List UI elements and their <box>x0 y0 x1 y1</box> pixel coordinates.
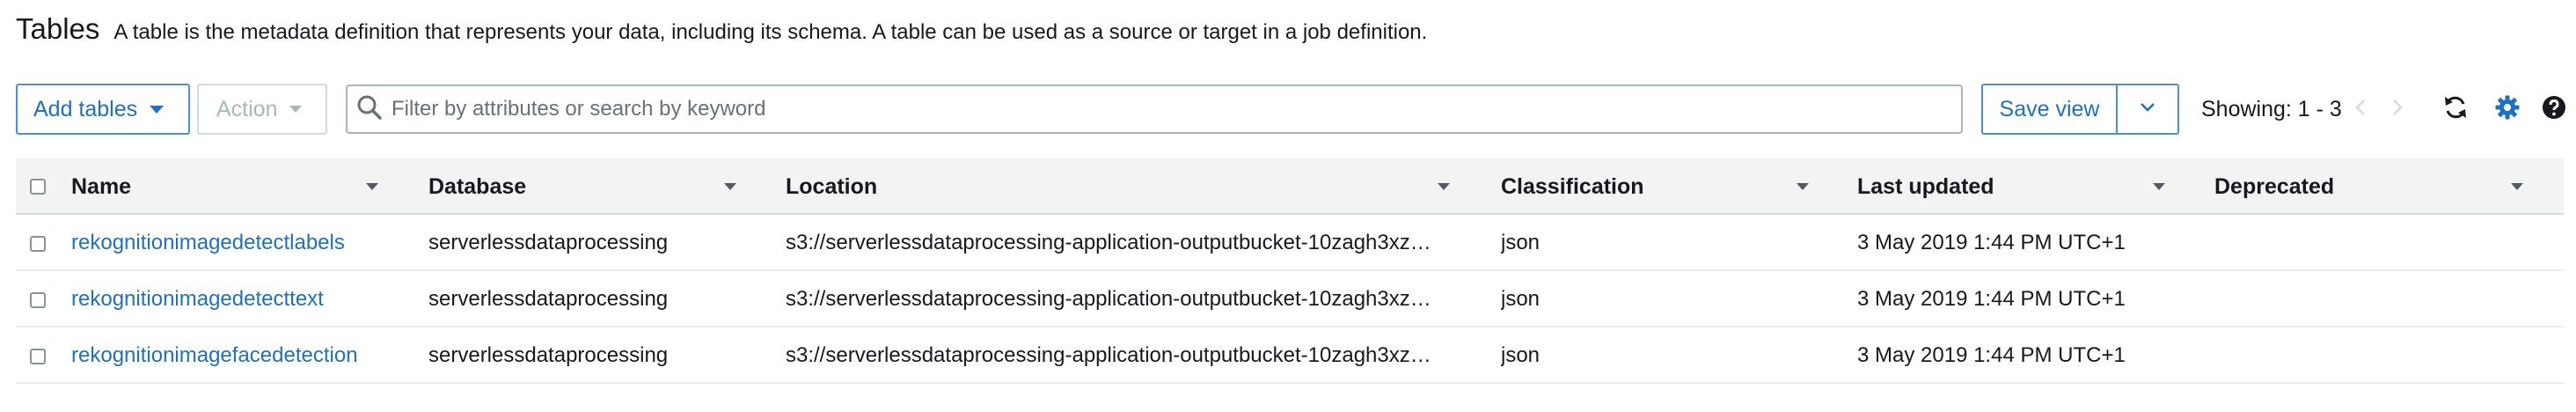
previous-page-icon <box>2354 98 2367 121</box>
column-label: Deprecated <box>2214 173 2335 199</box>
caret-down-icon <box>289 106 303 113</box>
select-all-checkbox[interactable] <box>30 179 46 195</box>
refresh-icon <box>2442 94 2469 125</box>
deprecated-cell <box>2214 327 2558 384</box>
next-page-icon <box>2391 98 2404 121</box>
page-header: Tables A table is the metadata definitio… <box>16 12 1427 46</box>
location-cell: s3://serverlessdataprocessing-applicatio… <box>786 287 1431 311</box>
deprecated-cell <box>2214 271 2558 327</box>
table-row[interactable]: rekognitionimagedetecttext serverlessdat… <box>16 271 2564 327</box>
save-view-group: Save view <box>1981 84 2179 135</box>
column-label: Database <box>428 173 527 199</box>
classification-cell: json <box>1501 231 1540 254</box>
sort-caret-icon[interactable] <box>2153 183 2165 190</box>
search-icon <box>356 94 383 125</box>
location-cell: s3://serverlessdataprocessing-applicatio… <box>786 231 1431 254</box>
page-title: Tables <box>16 12 100 45</box>
help-icon <box>2542 95 2566 124</box>
page-description: A table is the metadata definition that … <box>113 20 1428 44</box>
column-label: Name <box>71 173 132 199</box>
add-tables-button[interactable]: Add tables <box>16 84 190 135</box>
search-box[interactable] <box>346 85 1963 134</box>
search-input[interactable] <box>392 97 1940 121</box>
deprecated-cell <box>2214 215 2558 271</box>
add-tables-label: Add tables <box>33 96 138 121</box>
row-checkbox[interactable] <box>30 236 46 252</box>
location-cell: s3://serverlessdataprocessing-applicatio… <box>786 343 1431 367</box>
sort-caret-icon[interactable] <box>1438 183 1450 190</box>
database-cell: serverlessdataprocessing <box>428 287 669 311</box>
column-header-deprecated[interactable]: Deprecated <box>2214 158 2334 215</box>
classification-cell: json <box>1501 343 1540 367</box>
table-row[interactable]: rekognitionimagefacedetection serverless… <box>16 327 2564 384</box>
row-checkbox[interactable] <box>30 292 46 308</box>
chevron-down-icon <box>2140 101 2155 117</box>
last-updated-cell: 3 May 2019 1:44 PM UTC+1 <box>1857 287 2126 311</box>
table-name-link[interactable]: rekognitionimagefacedetection <box>71 327 423 384</box>
table-header: Name Database Location Classification La… <box>16 158 2564 215</box>
help-button[interactable] <box>2541 84 2567 135</box>
refresh-button[interactable] <box>2441 84 2470 135</box>
column-header-classification[interactable]: Classification <box>1501 158 1644 215</box>
preferences-button[interactable] <box>2493 84 2521 135</box>
save-view-dropdown-button[interactable] <box>2118 84 2179 135</box>
column-header-last-updated[interactable]: Last updated <box>1857 158 1994 215</box>
save-view-button[interactable]: Save view <box>1981 84 2118 135</box>
table-row[interactable]: rekognitionimagedetectlabels serverlessd… <box>16 215 2564 271</box>
column-header-location[interactable]: Location <box>786 158 877 215</box>
sort-caret-icon[interactable] <box>724 183 736 190</box>
last-updated-cell: 3 May 2019 1:44 PM UTC+1 <box>1857 231 2126 254</box>
tables-table: Name Database Location Classification La… <box>16 158 2564 384</box>
action-label: Action <box>216 96 278 121</box>
sort-caret-icon[interactable] <box>1797 183 1809 190</box>
column-label: Classification <box>1501 173 1644 199</box>
column-label: Last updated <box>1857 173 1994 199</box>
column-header-database[interactable]: Database <box>428 158 526 215</box>
database-cell: serverlessdataprocessing <box>428 231 669 254</box>
previous-page-button[interactable] <box>2354 84 2367 135</box>
showing-label: Showing: 1 - 3 <box>2201 96 2342 121</box>
database-cell: serverlessdataprocessing <box>428 343 669 367</box>
sort-caret-icon[interactable] <box>366 183 378 190</box>
table-name-link[interactable]: rekognitionimagedetecttext <box>71 271 423 327</box>
toolbar: Add tables Action Save view Showing: 1 <box>16 84 2567 135</box>
column-label: Location <box>786 173 878 199</box>
action-button[interactable]: Action <box>197 84 327 135</box>
pagination-status: Showing: 1 - 3 <box>2201 84 2342 135</box>
last-updated-cell: 3 May 2019 1:44 PM UTC+1 <box>1857 343 2126 367</box>
sort-caret-icon[interactable] <box>2511 183 2523 190</box>
gear-icon <box>2494 94 2521 125</box>
classification-cell: json <box>1501 287 1540 311</box>
table-name-link[interactable]: rekognitionimagedetectlabels <box>71 215 423 271</box>
next-page-button[interactable] <box>2391 84 2404 135</box>
column-header-name[interactable]: Name <box>71 158 131 215</box>
row-checkbox[interactable] <box>30 349 46 364</box>
caret-down-icon <box>150 105 165 114</box>
save-view-label: Save view <box>1999 96 2100 121</box>
